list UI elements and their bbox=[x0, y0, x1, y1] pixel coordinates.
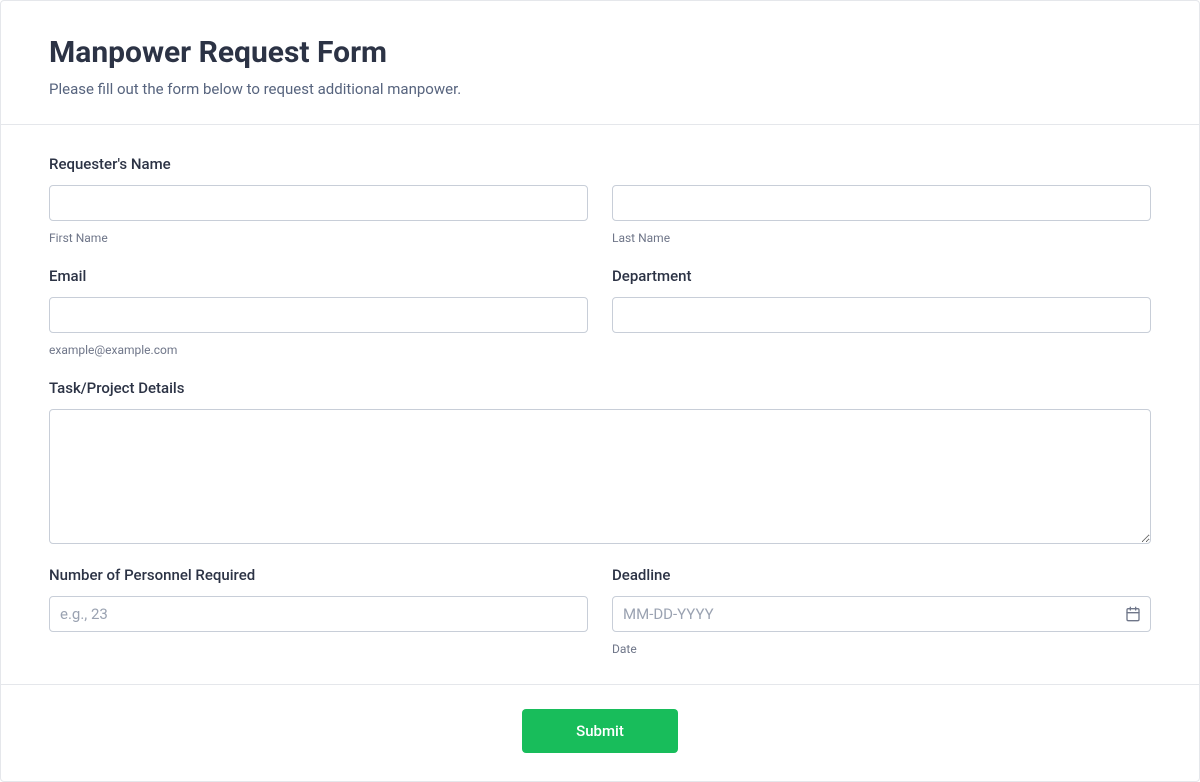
spacer bbox=[612, 155, 1151, 185]
submit-button[interactable]: Submit bbox=[522, 709, 678, 753]
form-footer: Submit bbox=[1, 684, 1199, 781]
deadline-label: Deadline bbox=[612, 566, 1151, 584]
deadline-sublabel: Date bbox=[612, 642, 1151, 656]
col-email: Email example@example.com bbox=[49, 267, 588, 357]
last-name-sublabel: Last Name bbox=[612, 231, 1151, 245]
first-name-sublabel: First Name bbox=[49, 231, 588, 245]
requester-name-label: Requester's Name bbox=[49, 155, 588, 173]
last-name-input[interactable] bbox=[612, 185, 1151, 221]
calendar-icon bbox=[1125, 606, 1141, 622]
deadline-input[interactable] bbox=[612, 596, 1151, 632]
row-requester-name: Requester's Name First Name Last Name bbox=[49, 155, 1151, 245]
row-task: Task/Project Details bbox=[49, 379, 1151, 544]
email-input[interactable] bbox=[49, 297, 588, 333]
page-subtitle: Please fill out the form below to reques… bbox=[49, 80, 1151, 98]
row-email-dept: Email example@example.com Department bbox=[49, 267, 1151, 357]
personnel-input[interactable] bbox=[49, 596, 588, 632]
col-department: Department bbox=[612, 267, 1151, 357]
col-task: Task/Project Details bbox=[49, 379, 1151, 544]
personnel-label: Number of Personnel Required bbox=[49, 566, 588, 584]
task-label: Task/Project Details bbox=[49, 379, 1151, 397]
page-title: Manpower Request Form bbox=[49, 35, 1151, 70]
col-personnel: Number of Personnel Required bbox=[49, 566, 588, 656]
department-input[interactable] bbox=[612, 297, 1151, 333]
task-textarea[interactable] bbox=[49, 409, 1151, 544]
email-hint: example@example.com bbox=[49, 343, 588, 357]
first-name-input[interactable] bbox=[49, 185, 588, 221]
deadline-input-wrap bbox=[612, 596, 1151, 632]
col-first-name: Requester's Name First Name bbox=[49, 155, 588, 245]
form-header: Manpower Request Form Please fill out th… bbox=[1, 1, 1199, 125]
row-personnel-deadline: Number of Personnel Required Deadline Da… bbox=[49, 566, 1151, 656]
col-last-name: Last Name bbox=[612, 155, 1151, 245]
department-label: Department bbox=[612, 267, 1151, 285]
email-label: Email bbox=[49, 267, 588, 285]
col-deadline: Deadline Date bbox=[612, 566, 1151, 656]
form-container: Manpower Request Form Please fill out th… bbox=[0, 0, 1200, 782]
form-body: Requester's Name First Name Last Name Em… bbox=[1, 125, 1199, 684]
